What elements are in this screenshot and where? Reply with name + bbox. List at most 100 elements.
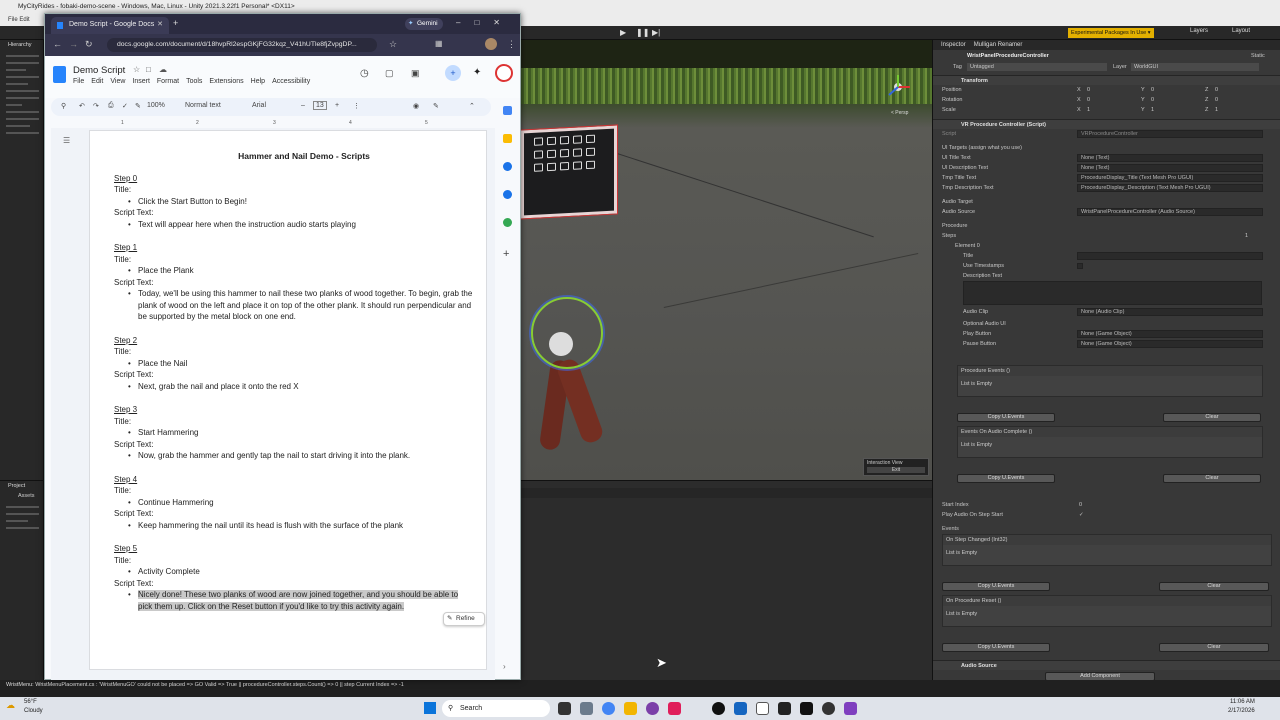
app-purple-icon[interactable] xyxy=(646,702,659,715)
copy-events-button[interactable]: Copy U.Events xyxy=(942,643,1050,652)
font-size-increase-icon[interactable]: + xyxy=(335,102,339,109)
layer-dropdown[interactable]: WorldGUI xyxy=(1131,63,1259,71)
font-select[interactable]: Arial xyxy=(252,102,266,109)
scroll-right-icon[interactable]: › xyxy=(503,662,506,671)
font-size-input[interactable]: 13 xyxy=(313,101,327,110)
extensions-icon[interactable]: ▦ xyxy=(435,39,443,48)
audio-source-component-header[interactable]: Audio Source xyxy=(933,660,1280,670)
element0-row[interactable]: Element 0 xyxy=(933,241,1280,251)
project-panel[interactable]: Project Assets xyxy=(0,480,44,680)
persp-label[interactable]: < Persp xyxy=(891,110,908,116)
slack-icon[interactable] xyxy=(668,702,681,715)
move-folder-icon[interactable]: □ xyxy=(146,65,151,74)
window-controls[interactable]: –□✕ xyxy=(456,18,514,27)
project-tab[interactable]: Project xyxy=(0,481,43,491)
new-tab-icon[interactable]: + xyxy=(173,18,178,28)
description-text-area[interactable] xyxy=(963,281,1262,305)
outline-icon[interactable]: ☰ xyxy=(63,136,70,145)
gemini-button[interactable]: ✦ Gemini xyxy=(405,18,443,30)
audio-complete-events-list[interactable]: Events On Audio Complete () List is Empt… xyxy=(957,426,1263,458)
bookmark-star-icon[interactable]: ☆ xyxy=(389,39,397,50)
tag-dropdown[interactable]: Untagged xyxy=(967,63,1107,71)
step-changed-events-list[interactable]: On Step Changed (Int32) List is Empty xyxy=(942,534,1272,566)
document-body[interactable]: Hammer and Nail Demo - Scripts Step 0 Ti… xyxy=(114,151,474,612)
inspector-panel[interactable]: Inspector Mulligan Renamer WristPanelPro… xyxy=(932,40,1280,680)
reload-icon[interactable]: ↻ xyxy=(85,39,93,50)
menu-view[interactable]: View xyxy=(110,78,125,85)
add-component-button[interactable]: Add Component xyxy=(1045,672,1155,680)
menu-accessibility[interactable]: Accessibility xyxy=(272,78,310,85)
clear-events-button[interactable]: Clear xyxy=(1163,413,1261,422)
search-menus-icon[interactable]: ⚲ xyxy=(61,102,66,110)
experimental-packages-button[interactable]: Experimental Packages In Use ▾ xyxy=(1068,28,1154,38)
document-canvas[interactable]: ☰ Hammer and Nail Demo - Scripts Step 0 … xyxy=(51,128,495,680)
menu-edit[interactable]: Edit xyxy=(91,78,103,85)
static-label[interactable]: Static xyxy=(1251,50,1265,62)
scene-view[interactable]: < Persp Interaction View Exit xyxy=(521,40,932,480)
chrome-menu-icon[interactable]: ⋮ xyxy=(507,39,516,50)
docs-logo-icon[interactable] xyxy=(53,66,66,83)
procedure-reset-events-list[interactable]: On Procedure Reset () List is Empty xyxy=(942,595,1272,627)
forward-icon[interactable]: → xyxy=(69,39,78,49)
menu-insert[interactable]: Insert xyxy=(132,78,150,85)
clear-events-button[interactable]: Clear xyxy=(1159,582,1269,591)
style-select[interactable]: Normal text xyxy=(185,102,221,109)
zoom-select[interactable]: 100% xyxy=(147,102,165,109)
copy-events-button[interactable]: Copy U.Events xyxy=(957,474,1055,483)
history-icon[interactable]: ◷ xyxy=(360,68,369,79)
more-options-icon[interactable]: ⋮ xyxy=(353,102,360,110)
settings-icon[interactable] xyxy=(580,702,593,715)
font-size-decrease-icon[interactable]: – xyxy=(301,102,305,109)
script-component-header[interactable]: VR Procedure Controller (Script) xyxy=(933,119,1280,129)
game-view[interactable] xyxy=(521,480,932,680)
gameobject-name[interactable]: WristPanelProcedureController xyxy=(967,50,1049,62)
document-page[interactable]: Hammer and Nail Demo - Scripts Step 0 Ti… xyxy=(89,130,487,670)
tasks-icon[interactable] xyxy=(503,162,512,171)
play-icon[interactable]: ▶ xyxy=(620,28,626,37)
url-input[interactable]: docs.google.com/document/d/18hvpRl2espGK… xyxy=(107,38,377,52)
menu-extensions[interactable]: Extensions xyxy=(209,78,243,85)
use-timestamps-checkbox[interactable] xyxy=(1077,263,1083,269)
star-icon[interactable]: ☆ xyxy=(133,65,140,74)
comments-icon[interactable]: ▢ xyxy=(385,68,394,79)
gemini-sparkle-icon[interactable]: ✦ xyxy=(473,67,481,78)
paint-format-icon[interactable]: ✎ xyxy=(135,102,141,110)
share-button[interactable]: + xyxy=(445,65,461,81)
close-tab-icon[interactable]: ✕ xyxy=(157,17,163,33)
spellcheck-icon[interactable]: ✓ xyxy=(122,102,128,110)
redo-icon[interactable]: ↷ xyxy=(93,102,99,110)
tab-mulligan-renamer[interactable]: Mulligan Renamer xyxy=(974,40,1023,50)
app-outline-icon[interactable] xyxy=(756,702,769,715)
tab-inspector[interactable]: Inspector xyxy=(941,40,966,50)
app-blue-icon[interactable] xyxy=(734,702,747,715)
profile-avatar[interactable] xyxy=(485,38,497,50)
pause-icon[interactable]: ❚❚ xyxy=(636,28,649,37)
menu-file[interactable]: File xyxy=(73,78,84,85)
contacts-icon[interactable] xyxy=(503,190,512,199)
orientation-gizmo-icon[interactable] xyxy=(883,72,913,102)
menu-format[interactable]: Format xyxy=(157,78,179,85)
undo-icon[interactable]: ↶ xyxy=(79,102,85,110)
visual-studio-icon[interactable] xyxy=(844,702,857,715)
clock-date[interactable]: 2/17/2026 xyxy=(1228,708,1255,714)
chrome-icon[interactable] xyxy=(602,702,615,715)
back-icon[interactable]: ← xyxy=(53,39,62,49)
unity-hub-icon[interactable] xyxy=(822,702,835,715)
hierarchy-panel[interactable]: Hierarchy xyxy=(0,40,44,480)
chrome-window[interactable]: Demo Script - Google Docs ✕ + ✦ Gemini –… xyxy=(44,13,521,680)
file-explorer-icon[interactable] xyxy=(558,702,571,715)
epic-icon[interactable] xyxy=(800,702,813,715)
chrome-tab[interactable]: Demo Script - Google Docs ✕ xyxy=(51,17,169,34)
weather-icon[interactable]: ☁ xyxy=(6,700,15,711)
taskbar-search[interactable]: ⚲ Search xyxy=(442,700,550,717)
editing-mode-icon[interactable]: ◉ xyxy=(413,102,419,110)
print-icon[interactable]: ⎙ xyxy=(108,102,114,110)
maps-icon[interactable] xyxy=(503,218,512,227)
meet-icon[interactable]: ▣ xyxy=(411,68,420,79)
keep-icon[interactable] xyxy=(503,134,512,143)
collapse-toolbar-icon[interactable]: ⌃ xyxy=(469,102,475,110)
step-icon[interactable]: ▶| xyxy=(652,28,660,37)
hierarchy-tab[interactable]: Hierarchy xyxy=(0,40,43,50)
transform-header[interactable]: Transform xyxy=(933,75,1280,85)
assets-folder[interactable]: Assets xyxy=(0,491,43,501)
